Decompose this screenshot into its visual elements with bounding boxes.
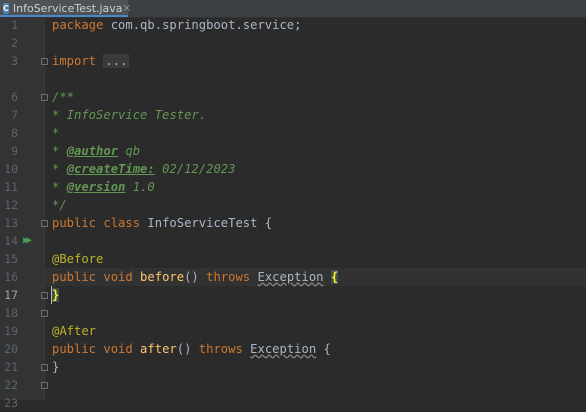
java-class-icon: C	[3, 3, 9, 14]
line-number: 16	[4, 270, 18, 284]
line-number: 1	[11, 18, 18, 32]
code-line-22: }	[52, 360, 60, 374]
line-number: 8	[11, 126, 18, 140]
line-number: 21	[4, 360, 18, 374]
line-number: 6	[11, 90, 18, 104]
line-number: 7	[11, 108, 18, 122]
line-number: 11	[4, 180, 18, 194]
line-number: 13	[4, 216, 18, 230]
code-line-10: * @author qb	[52, 144, 141, 158]
run-tests-icon[interactable]: ▶▶	[23, 232, 32, 250]
line-number: 17	[4, 288, 18, 302]
code-line-8: * InfoService Tester.	[52, 108, 207, 122]
code-line-18: }	[52, 286, 60, 304]
fold-toggle-icon[interactable]	[41, 364, 48, 371]
code-line-16: @Before	[52, 252, 104, 266]
line-number: 14	[4, 234, 18, 248]
code-line-20: @After	[52, 324, 97, 338]
line-number: 20	[4, 342, 18, 356]
code-line-17: public void before() throws Exception {	[52, 270, 339, 284]
fold-toggle-icon[interactable]	[41, 220, 48, 227]
gutter-separator	[44, 18, 45, 400]
fold-toggle-icon[interactable]	[41, 58, 48, 65]
code-line-9: *	[52, 126, 60, 140]
line-number: 22	[4, 378, 18, 392]
matched-brace: }	[52, 288, 60, 302]
matched-brace: {	[330, 270, 339, 284]
code-line-1: package com.qb.springboot.service;	[52, 18, 302, 32]
folded-imports[interactable]: ...	[103, 54, 130, 68]
line-number: 18	[4, 306, 18, 320]
line-number: 12	[4, 198, 18, 212]
code-line-12: * @version 1.0	[52, 180, 155, 194]
close-icon[interactable]: ×	[123, 3, 131, 14]
line-number: 19	[4, 324, 18, 338]
tab-infoservicetest[interactable]: C InfoServiceTest.java ×	[0, 0, 131, 17]
code-line-11: * @createTime: 02/12/2023	[52, 162, 236, 176]
line-number: 9	[11, 144, 18, 158]
line-number: 3	[11, 54, 18, 68]
line-number: 23	[4, 396, 18, 410]
line-number: 10	[4, 162, 18, 176]
fold-toggle-icon[interactable]	[41, 94, 48, 101]
code-line-7: /**	[52, 90, 75, 104]
fold-toggle-icon[interactable]	[41, 310, 48, 317]
code-line-13: */	[52, 198, 67, 212]
tab-title: InfoServiceTest.java	[12, 2, 123, 15]
fold-toggle-icon[interactable]	[41, 382, 48, 389]
fold-toggle-icon[interactable]	[41, 292, 48, 299]
text-caret	[51, 286, 52, 304]
code-line-14: public class InfoServiceTest {	[52, 216, 273, 230]
line-number: 2	[11, 36, 18, 50]
line-number: 15	[4, 252, 18, 266]
code-line-3: import ...	[52, 54, 130, 68]
code-line-21: public void after() throws Exception {	[52, 342, 331, 356]
